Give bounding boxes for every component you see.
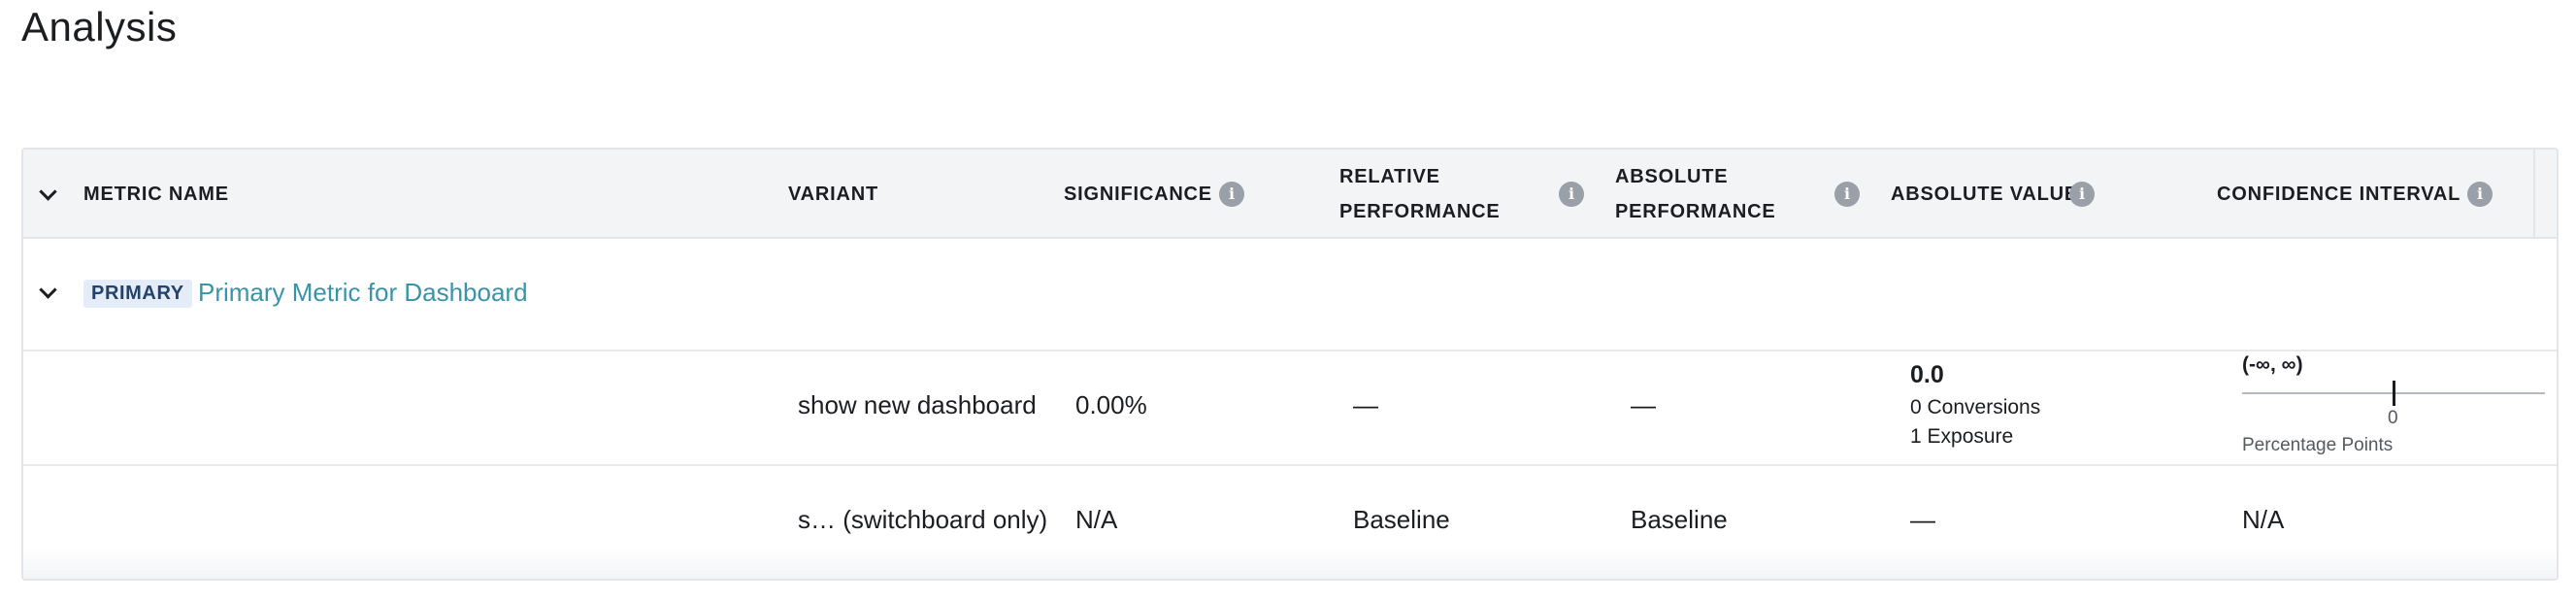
confidence-interval-unit: Percentage Points: [2242, 435, 2394, 455]
chevron-down-icon[interactable]: [39, 281, 57, 299]
header-absolute-performance-line1: ABSOLUTE: [1615, 166, 1729, 187]
info-icon[interactable]: i: [1219, 182, 1244, 207]
confidence-interval-zero-tick: [2393, 381, 2395, 406]
absolute-value: —: [1910, 505, 1935, 534]
info-icon[interactable]: i: [2467, 182, 2493, 207]
metric-group-row[interactable]: PRIMARY Primary Metric for Dashboard: [23, 239, 2557, 351]
table-row: show new dashboard 0.00% — — 0.0 0 Conve…: [23, 351, 2557, 466]
info-icon[interactable]: i: [2069, 182, 2095, 207]
info-icon[interactable]: i: [1559, 182, 1584, 207]
variant-name: s… (switchboard only): [798, 505, 1048, 534]
header-significance[interactable]: SIGNIFICANCE: [1064, 177, 1212, 212]
confidence-interval-tick-label: 0: [2388, 408, 2398, 428]
chevron-down-icon[interactable]: [39, 183, 57, 201]
analysis-table: METRIC NAME VARIANT SIGNIFICANCE i RELAT…: [21, 148, 2559, 581]
table-row: s… (switchboard only) N/A Baseline Basel…: [23, 466, 2557, 579]
header-variant[interactable]: VARIANT: [788, 177, 878, 212]
relative-performance-value: Baseline: [1353, 505, 1450, 534]
primary-badge: PRIMARY: [83, 280, 192, 308]
info-icon[interactable]: i: [1834, 182, 1860, 207]
significance-value: 0.00%: [1075, 390, 1147, 419]
relative-performance-value: —: [1353, 390, 1378, 419]
header-confidence-interval[interactable]: CONFIDENCE INTERVAL: [2217, 177, 2460, 212]
header-relative-performance-line1: RELATIVE: [1339, 166, 1440, 187]
header-metric-name[interactable]: METRIC NAME: [83, 177, 229, 212]
header-absolute-performance[interactable]: ABSOLUTE PERFORMANCE: [1615, 159, 1775, 229]
header-divider: [2533, 150, 2535, 239]
absolute-performance-value: Baseline: [1631, 505, 1728, 534]
page-title: Analysis: [21, 4, 178, 50]
conversions-count: 0 Conversions: [1910, 396, 2041, 418]
metric-name-link[interactable]: Primary Metric for Dashboard: [198, 278, 528, 308]
significance-value: N/A: [1075, 505, 1118, 534]
exposures-count: 1 Exposure: [1910, 425, 2014, 448]
confidence-interval-value: N/A: [2242, 505, 2285, 534]
confidence-interval-range: (-∞, ∞): [2242, 353, 2303, 376]
header-relative-performance-line2: PERFORMANCE: [1339, 201, 1501, 222]
header-absolute-performance-line2: PERFORMANCE: [1615, 201, 1776, 222]
absolute-performance-value: —: [1631, 390, 1656, 419]
absolute-value: 0.0: [1910, 361, 1944, 388]
table-header: METRIC NAME VARIANT SIGNIFICANCE i RELAT…: [23, 150, 2557, 239]
header-absolute-value[interactable]: ABSOLUTE VALUE: [1891, 177, 2078, 212]
variant-name: show new dashboard: [798, 390, 1037, 419]
header-relative-performance[interactable]: RELATIVE PERFORMANCE: [1339, 159, 1500, 229]
